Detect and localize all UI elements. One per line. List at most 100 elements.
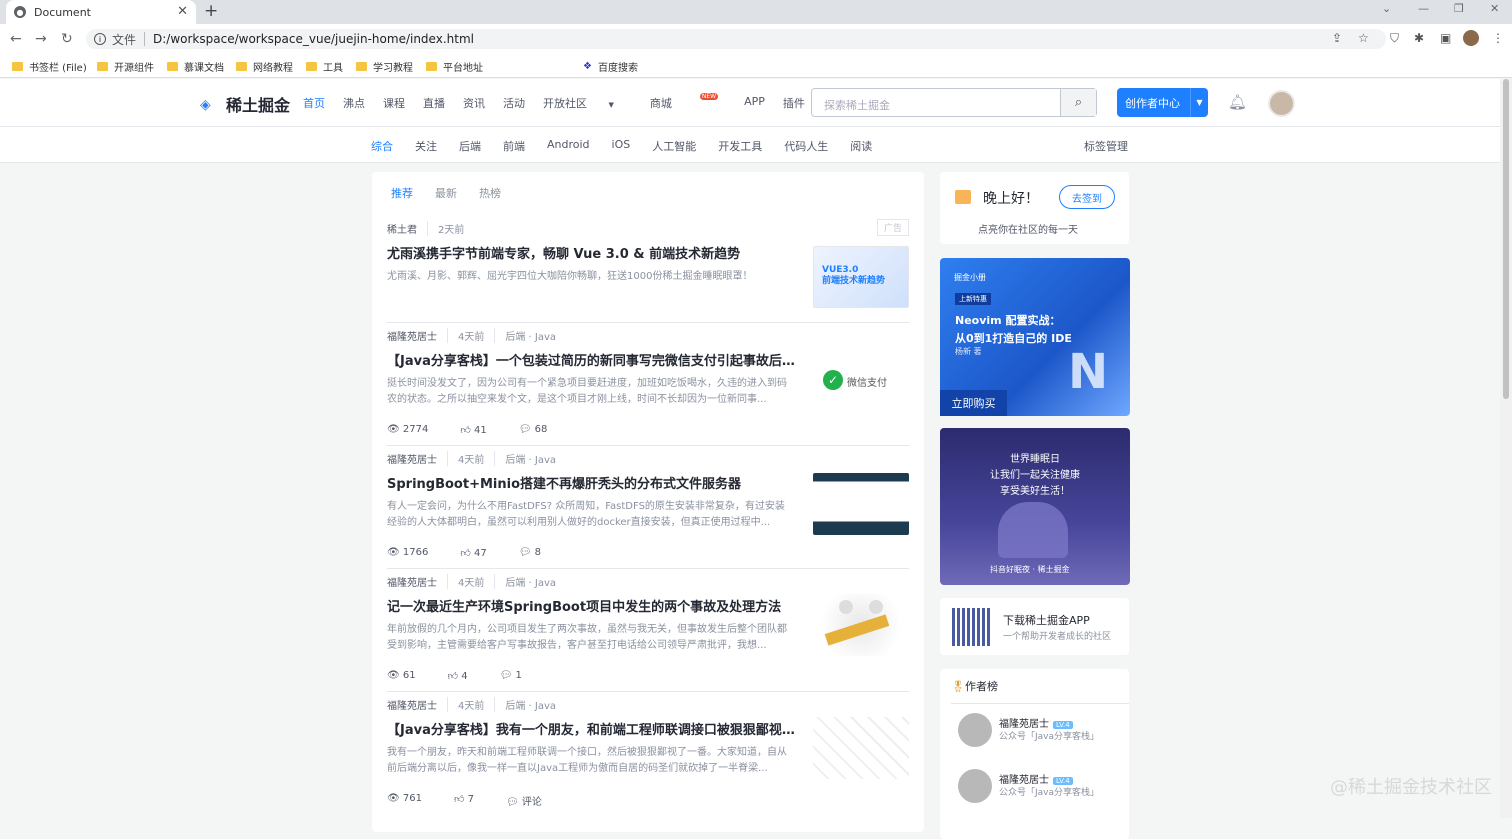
like-button[interactable]: 👍︎ 41 <box>460 424 502 436</box>
list-item[interactable]: 福隆苑居士 4天前 后端 · Java 记一次最近生产环境SpringBoot项… <box>387 574 909 692</box>
bookmark-item[interactable]: 平台地址 <box>426 59 483 74</box>
new-tab-icon[interactable]: + <box>204 1 218 21</box>
nav-item-app[interactable]: APP <box>744 95 765 111</box>
entry-tags[interactable]: 后端 · Java <box>505 697 556 712</box>
bookmark-item[interactable]: 网络教程 <box>236 59 293 74</box>
article-thumbnail[interactable] <box>813 594 909 656</box>
like-button[interactable]: 👍︎ 47 <box>460 547 502 559</box>
restore-icon[interactable]: ❐ <box>1454 2 1464 15</box>
sign-in-button[interactable]: 去签到 <box>1059 185 1115 209</box>
article-thumbnail[interactable]: ✓ 微信支付 <box>813 354 909 416</box>
category-reading[interactable]: 阅读 <box>850 138 872 154</box>
bookmark-item[interactable]: 工具 <box>306 59 343 74</box>
tab-latest[interactable]: 最新 <box>435 185 457 201</box>
comment-button[interactable]: 💬︎ 评论 <box>506 793 558 808</box>
tab-recommended[interactable]: 推荐 <box>391 185 413 201</box>
avatar[interactable] <box>1268 90 1295 117</box>
nav-item-live[interactable]: 直播 <box>423 95 445 111</box>
minimize-icon[interactable]: — <box>1418 2 1429 15</box>
author-name[interactable]: 福隆苑居士 LV.4 <box>999 771 1073 786</box>
tab-hot[interactable]: 热榜 <box>479 185 501 201</box>
nav-item-courses[interactable]: 课程 <box>383 95 405 111</box>
nav-item-home[interactable]: 首页 <box>303 95 325 111</box>
author-name[interactable]: 福隆苑居士 <box>387 451 448 466</box>
extensions-icon[interactable]: ✱ <box>1414 31 1424 45</box>
entry-title[interactable]: 尤雨溪携手字节前端专家，畅聊 Vue 3.0 & 前端技术新趋势 <box>387 243 797 262</box>
bell-icon[interactable]: 🔔︎ <box>1228 93 1247 111</box>
sidepanel-icon[interactable]: ▣ <box>1440 31 1451 45</box>
author-name[interactable]: 福隆苑居士 <box>387 697 448 712</box>
like-button[interactable]: 👍︎ 7 <box>454 793 490 808</box>
category-following[interactable]: 关注 <box>415 138 437 154</box>
info-icon[interactable]: i <box>94 33 106 45</box>
category-devtools[interactable]: 开发工具 <box>718 138 762 154</box>
nav-item-mall[interactable]: 商城 NEW <box>650 93 726 111</box>
search-input[interactable]: 探索稀土掘金 ⌕ <box>811 88 1097 117</box>
nav-item-news[interactable]: 资讯 <box>463 95 485 111</box>
author-item[interactable]: 福隆苑居士 LV.4 公众号「Java分享客栈」 <box>958 713 1128 753</box>
category-ai[interactable]: 人工智能 <box>652 138 696 154</box>
bookmark-star-icon[interactable]: ☆ <box>1358 31 1369 45</box>
browser-tab[interactable]: ● Document ✕ <box>6 0 196 24</box>
share-icon[interactable]: ⇪ <box>1332 31 1342 45</box>
author-name[interactable]: 福隆苑居士 <box>387 328 448 343</box>
comment-button[interactable]: 💬︎ 8 <box>519 547 557 559</box>
forward-icon[interactable]: → <box>35 31 47 47</box>
article-thumbnail[interactable]: VUE3.0 前端技术新趋势 <box>813 246 909 308</box>
comment-button[interactable]: 💬︎ 68 <box>519 424 564 436</box>
caret-down-icon[interactable]: ▼ <box>1190 88 1208 117</box>
avatar[interactable] <box>958 713 992 747</box>
profile-icon[interactable] <box>1463 30 1479 46</box>
entry-title[interactable]: 记一次最近生产环境SpringBoot项目中发生的两个事故及处理方法 <box>387 596 797 615</box>
buy-now-button[interactable]: 立即购买 <box>940 390 1007 416</box>
nav-item-pins[interactable]: 沸点 <box>343 95 365 111</box>
category-ios[interactable]: iOS <box>612 138 631 154</box>
author-item[interactable]: 福隆苑居士 LV.4 公众号「Java分享客栈」 <box>958 769 1128 809</box>
extension-shield-icon[interactable]: ⛉ <box>1390 31 1399 46</box>
tag-manage-link[interactable]: 标签管理 <box>1084 138 1128 154</box>
entry-tags[interactable]: 后端 · Java <box>505 328 556 343</box>
category-backend[interactable]: 后端 <box>459 138 481 154</box>
category-frontend[interactable]: 前端 <box>503 138 525 154</box>
nav-item-events[interactable]: 活动 <box>503 95 525 111</box>
entry-title[interactable]: SpringBoot+Minio搭建不再爆肝秃头的分布式文件服务器 <box>387 473 797 492</box>
bookmark-item[interactable]: 书签栏 (File) <box>12 59 87 74</box>
category-android[interactable]: Android <box>547 138 590 154</box>
scrollbar-thumb[interactable] <box>1503 79 1509 399</box>
author-name[interactable]: 福隆苑居士 LV.4 <box>999 715 1073 730</box>
address-input[interactable]: i 文件 D:/workspace/workspace_vue/juejin-h… <box>86 29 1386 49</box>
ad-banner-neovim[interactable]: 掘金小册 上新特惠 Neovim 配置实战： 从0到1打造自己的 IDE 杨新 … <box>940 258 1130 416</box>
nav-item-open-community[interactable]: 开放社区 ▼ <box>543 95 632 111</box>
scrollbar[interactable] <box>1500 79 1512 818</box>
list-item[interactable]: 稀土君 2天前 广告 尤雨溪携手字节前端专家，畅聊 Vue 3.0 & 前端技术… <box>387 219 909 323</box>
ad-banner-sleep-day[interactable]: 世界睡眠日 让我们一起关注健康 享受美好生活！ 抖音好眠夜 · 稀土掘金 <box>940 428 1130 585</box>
comment-button[interactable]: 💬︎ 1 <box>500 670 538 682</box>
bookmark-item[interactable]: 开源组件 <box>97 59 154 74</box>
category-all[interactable]: 综合 <box>371 138 393 154</box>
article-thumbnail[interactable] <box>813 717 909 779</box>
like-button[interactable]: 👍︎ 4 <box>448 670 484 682</box>
nav-item-plugins[interactable]: 插件 <box>783 95 805 111</box>
list-item[interactable]: 福隆苑居士 4天前 后端 · Java SpringBoot+Minio搭建不再… <box>387 451 909 569</box>
article-thumbnail[interactable] <box>813 473 909 535</box>
entry-tags[interactable]: 后端 · Java <box>505 574 556 589</box>
bookmark-item[interactable]: 慕课文档 <box>167 59 224 74</box>
reload-icon[interactable]: ↻ <box>61 31 73 47</box>
avatar[interactable] <box>958 769 992 803</box>
close-window-icon[interactable]: ✕ <box>1490 2 1499 15</box>
category-life[interactable]: 代码人生 <box>784 138 828 154</box>
list-item[interactable]: 福隆苑居士 4天前 后端 · Java 【Java分享客栈】我有一个朋友，和前端… <box>387 697 909 815</box>
author-name[interactable]: 稀土君 <box>387 221 428 236</box>
app-download-card[interactable]: 下载稀土掘金APP 一个帮助开发者成长的社区 <box>940 598 1129 655</box>
author-name[interactable]: 福隆苑居士 <box>387 574 448 589</box>
bookmark-item[interactable]: ❖ 百度搜索 <box>583 59 638 74</box>
creator-center-button[interactable]: 创作者中心 ▼ <box>1117 88 1208 117</box>
search-icon[interactable]: ⌕ <box>1060 89 1096 116</box>
entry-title[interactable]: 【Java分享客栈】一个包装过简历的新同事写完微信支付引起事故后果... <box>387 350 797 369</box>
back-icon[interactable]: ← <box>10 31 22 47</box>
entry-title[interactable]: 【Java分享客栈】我有一个朋友，和前端工程师联调接口被狠狠鄙视了... <box>387 719 797 738</box>
close-tab-icon[interactable]: ✕ <box>177 4 188 19</box>
bookmark-item[interactable]: 学习教程 <box>356 59 413 74</box>
tab-search-icon[interactable]: ⌄ <box>1382 2 1391 15</box>
logo[interactable]: ◈ 稀土掘金 <box>200 92 290 116</box>
